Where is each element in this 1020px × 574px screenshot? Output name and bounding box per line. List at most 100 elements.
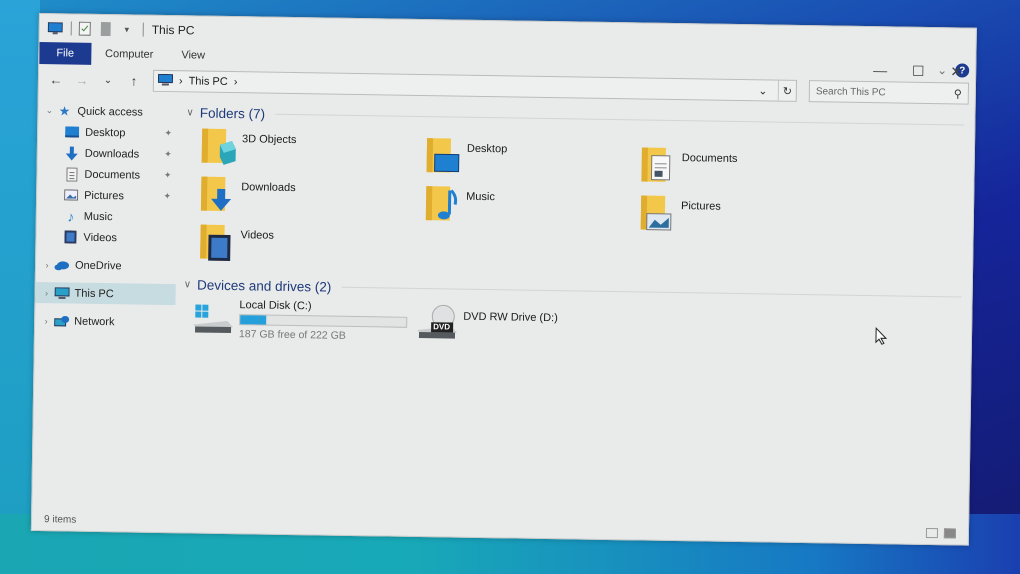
music-icon xyxy=(424,184,461,225)
sidebar-item-label: Music xyxy=(83,210,113,223)
folder-label: Downloads xyxy=(241,181,296,195)
content-area: ⌄ ★ Quick access Desktop ✦ Downloads ✦ D… xyxy=(32,94,974,523)
separator xyxy=(142,22,144,37)
folder-music[interactable]: Music xyxy=(424,184,640,229)
sidebar-item-this-pc[interactable]: › This PC xyxy=(35,281,176,306)
folder-3d-objects[interactable]: 3D Objects xyxy=(199,127,425,179)
documents-icon xyxy=(639,145,676,186)
drive-usage-fill xyxy=(240,315,267,325)
navigation-pane: ⌄ ★ Quick access Desktop ✦ Downloads ✦ D… xyxy=(32,94,178,510)
maximize-button[interactable]: ☐ xyxy=(899,58,937,85)
videos-icon xyxy=(198,223,235,264)
folder-desktop[interactable]: Desktop xyxy=(424,136,640,181)
tab-view[interactable]: View xyxy=(167,44,219,67)
pin-icon[interactable]: ✦ xyxy=(164,191,172,202)
breadcrumb-this-pc[interactable]: This PC xyxy=(189,75,228,88)
folder-label: Desktop xyxy=(466,142,508,156)
pin-icon[interactable]: ✦ xyxy=(164,149,172,160)
drive-label: DVD RW Drive (D:) xyxy=(463,310,558,325)
pictures-icon xyxy=(639,193,676,234)
dvd-drive-icon: DVD xyxy=(417,302,460,341)
drive-local-disk-c[interactable]: Local Disk (C:) 187 GB free of 222 GB xyxy=(193,298,408,342)
tab-computer[interactable]: Computer xyxy=(91,43,168,66)
tab-file[interactable]: File xyxy=(39,42,92,65)
search-placeholder: Search This PC xyxy=(815,85,886,98)
folder-label: Music xyxy=(466,190,495,204)
computer-icon[interactable] xyxy=(46,19,64,37)
music-icon: ♪ xyxy=(67,207,75,225)
new-folder-icon[interactable] xyxy=(97,20,115,38)
chevron-down-icon[interactable]: ⌄ xyxy=(42,105,56,116)
folders-group-label: Folders (7) xyxy=(199,105,266,122)
file-explorer-window: ▾ This PC — ☐ ✕ File Computer View ⌄ ? ←… xyxy=(30,13,977,546)
sidebar-item-label: Videos xyxy=(83,231,118,244)
folder-label: 3D Objects xyxy=(241,133,297,147)
chevron-right-icon[interactable]: › xyxy=(39,316,53,326)
divider xyxy=(275,113,965,126)
folder-downloads[interactable]: Downloads xyxy=(199,175,425,227)
sidebar-item-label: OneDrive xyxy=(74,259,122,272)
sidebar-item-quick-access[interactable]: ⌄ ★ Quick access xyxy=(38,100,178,123)
sidebar-item-network[interactable]: › Network xyxy=(35,310,175,333)
minimize-button[interactable]: — xyxy=(861,57,899,84)
downloads-icon xyxy=(199,175,236,216)
chevron-right-icon[interactable]: › xyxy=(40,260,54,270)
sidebar-item-label: Downloads xyxy=(84,147,140,161)
sidebar-item-label: Pictures xyxy=(84,189,124,202)
folder-label: Pictures xyxy=(680,200,721,213)
chevron-down-icon[interactable]: ∨ xyxy=(184,279,192,290)
properties-icon[interactable] xyxy=(76,20,94,38)
sidebar-item-videos[interactable]: Videos xyxy=(36,226,176,249)
breadcrumb-separator[interactable]: › xyxy=(179,75,183,87)
3d-objects-icon xyxy=(200,127,237,168)
sidebar-item-label: Desktop xyxy=(85,126,126,139)
folder-videos[interactable]: Videos xyxy=(198,223,424,275)
forward-button[interactable]: → xyxy=(71,69,93,91)
folder-label: Documents xyxy=(681,152,738,165)
chevron-down-icon[interactable]: ∨ xyxy=(186,107,194,118)
sidebar-item-desktop[interactable]: Desktop ✦ xyxy=(38,121,178,144)
sidebar-item-label: Documents xyxy=(84,168,141,182)
sidebar-item-onedrive[interactable]: › OneDrive xyxy=(36,254,176,277)
up-button[interactable]: ↑ xyxy=(123,69,145,91)
desktop-icon xyxy=(424,136,461,177)
mouse-cursor-icon xyxy=(875,326,888,350)
recent-locations-button[interactable]: ⌄ xyxy=(97,69,119,91)
documents-icon xyxy=(63,166,79,182)
folder-documents[interactable]: Documents xyxy=(639,145,855,184)
sidebar-item-documents[interactable]: Documents ✦ xyxy=(37,163,177,186)
folder-label: Videos xyxy=(240,229,275,242)
dvd-badge: DVD xyxy=(433,322,451,332)
address-dropdown-button[interactable]: ⌄ xyxy=(754,80,772,100)
sidebar-item-label: This PC xyxy=(74,287,114,300)
sidebar-item-pictures[interactable]: Pictures ✦ xyxy=(37,184,177,207)
pictures-icon xyxy=(63,188,79,202)
refresh-button[interactable]: ↻ xyxy=(777,80,797,101)
sidebar-item-label: Network xyxy=(74,315,115,328)
onedrive-icon xyxy=(54,258,70,272)
desktop-icon xyxy=(64,125,80,139)
folder-pictures[interactable]: Pictures xyxy=(639,193,855,232)
large-icons-view-button[interactable] xyxy=(943,528,957,539)
details-view-button[interactable] xyxy=(925,527,939,539)
chevron-right-icon[interactable]: › xyxy=(40,288,54,298)
this-pc-icon xyxy=(53,286,70,300)
drive-free-space: 187 GB free of 222 GB xyxy=(238,328,346,342)
back-button[interactable]: ← xyxy=(45,68,67,90)
search-icon[interactable]: ⚲ xyxy=(954,87,962,100)
items-count: 9 items xyxy=(43,513,77,526)
main-pane: ∨ Folders (7) 3D Objects Desktop Documen… xyxy=(172,96,974,522)
sidebar-item-downloads[interactable]: Downloads ✦ xyxy=(38,142,178,165)
customize-dropdown-icon[interactable]: ▾ xyxy=(118,20,136,38)
drive-label: Local Disk (C:) xyxy=(239,299,312,313)
drive-dvd-rw-d[interactable]: DVD DVD RW Drive (D:) xyxy=(417,302,558,345)
close-button[interactable]: ✕ xyxy=(937,58,975,85)
pin-icon[interactable]: ✦ xyxy=(164,128,173,139)
sidebar-item-music[interactable]: ♪ Music xyxy=(37,205,177,228)
pin-icon[interactable]: ✦ xyxy=(164,170,172,181)
quick-access-star-icon: ★ xyxy=(58,102,71,119)
this-pc-icon xyxy=(157,73,174,88)
separator xyxy=(70,21,72,36)
breadcrumb-separator[interactable]: › xyxy=(234,76,238,88)
downloads-icon xyxy=(64,146,80,161)
